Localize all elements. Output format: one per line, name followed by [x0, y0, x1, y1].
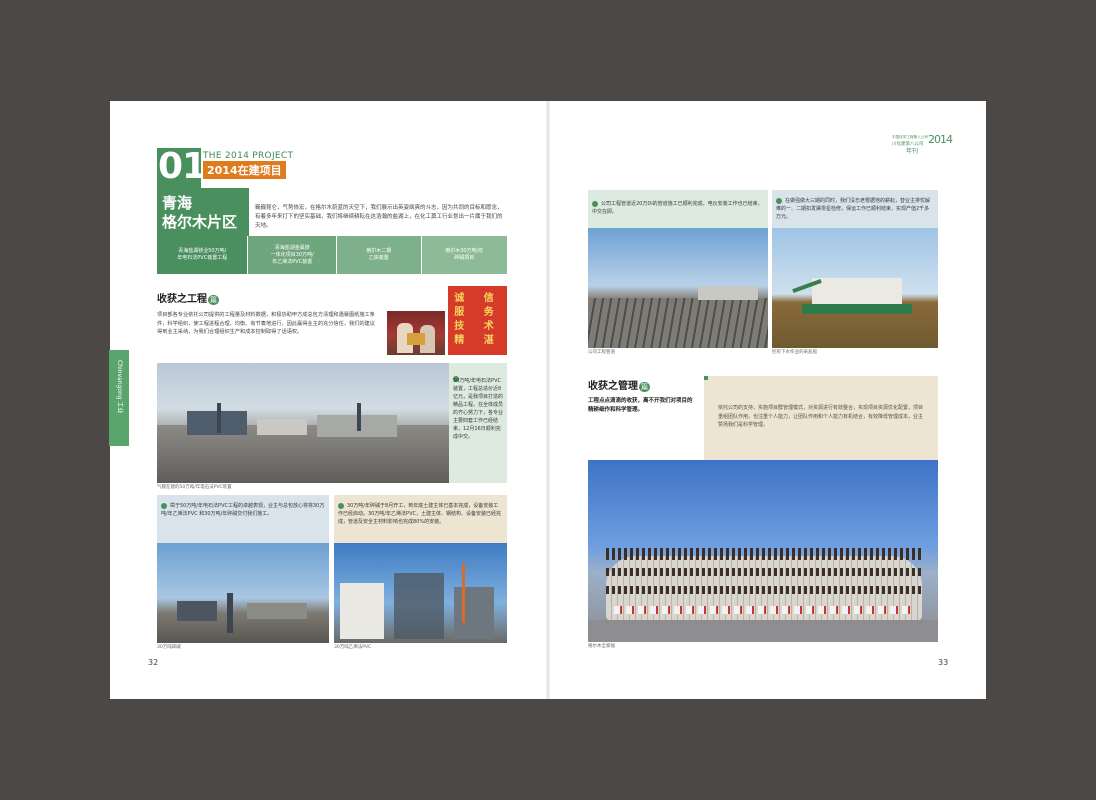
right-page: 中国化学工程第八公司 川化建第八公司 2014 年刊 公司工程管道近20万Di的…	[548, 101, 986, 699]
box1-dot-icon	[161, 502, 167, 509]
side-tab-text: Chinvangong 工业	[116, 360, 123, 414]
tab-1[interactable]: 青海盐湖镁业50万吨/ 年电石法PVC装置工程	[157, 236, 248, 274]
group-photo-caption: 格尔木全家福	[588, 644, 615, 649]
tab-2[interactable]: 青海盐湖金属镁 一体化项目30万吨/ 年乙烯法PVC装置	[247, 236, 336, 274]
main-photo-caption: 气膜在建的50万吨/年电石法PVC装置	[157, 485, 232, 490]
project-tabs: 青海盐湖镁业50万吨/ 年电石法PVC装置工程 青海盐湖金属镁 一体化项目30万…	[157, 236, 507, 274]
side-info-box: 50万吨/年电石法PVC装置，工程总造价近8亿元，是我项目打造的精品工程，在全体…	[449, 363, 507, 483]
harvest-heading: 收获之工程篇	[157, 287, 219, 306]
section-title: 2014在建项目	[203, 161, 286, 179]
group-photo	[588, 460, 938, 642]
box2: 30万吨/年碎碱于8月开工，到年底土建主体已基本完成，设备安装工作已经启动。30…	[334, 495, 507, 543]
photo-soda-caption: 30万吨碎碱	[157, 645, 181, 650]
header-annual: 年刊	[906, 148, 919, 155]
mgmt-box: 依托公司的支持，实施项目群管理模式，对资源进行有效整合，实现项目资源优化配置，项…	[704, 376, 938, 460]
box1-text: 凿于50万吨/年电石法PVC工程的卓越表现，业主与总包放心将将30万吨/年乙烯法…	[161, 502, 325, 517]
harvest-badge: 篇	[208, 295, 219, 305]
side-info-text: 50万吨/年电石法PVC装置，工程总造价近8亿元，是我项目打造的精品工程，在全体…	[453, 378, 504, 440]
mgmt-badge: 篇	[639, 382, 650, 392]
region-block: 青海 格尔木片区	[157, 188, 249, 236]
top-box2-text: 在做强做大三期的同时，我们没忘老根据地的耕耘，替业主排忧解难的一、二期扣发屠零星…	[776, 197, 931, 220]
header-year: 2014	[928, 133, 953, 146]
mgmt-text: 依托公司的支持，实施项目群管理模式，对资源进行有效整合，实现项目资源优化配置，项…	[718, 405, 924, 428]
box2-text: 30万吨/年碎碱于8月开工，到年底土建主体已基本完成，设备安装工作已经启动。30…	[338, 502, 501, 525]
magazine-spread: 01 THE 2014 PROJECT 2014在建项目 青海 格尔木片区 巍巍…	[109, 101, 986, 699]
award-photo	[387, 311, 445, 355]
box1: 凿于50万吨/年电石法PVC工程的卓越表现，业主与总包放心将将30万吨/年乙烯法…	[157, 495, 329, 543]
top-box1-dot-icon	[592, 200, 598, 207]
tab-3[interactable]: 格尔木二期 乙炔装置	[335, 236, 421, 274]
mgmt-heading: 收获之管理篇	[588, 374, 650, 393]
right-page-number: 33	[938, 658, 949, 667]
top-box1: 公司工程管道近20万Di的管道施工已顺利完成，电仪安装工作也已结束，中交在即。	[588, 190, 768, 228]
center-fold	[546, 101, 550, 699]
box2-dot-icon	[338, 502, 344, 509]
section-number: 01	[158, 146, 207, 187]
photo-pvc	[334, 543, 507, 643]
left-page-number: 32	[148, 658, 159, 667]
photo-soda	[157, 543, 329, 643]
top-box2: 在做强做大三期的同时，我们没忘老根据地的耕耘，替业主排忧解难的一、二期扣发屠零星…	[772, 190, 938, 228]
harvest-text: 项目部各专业依托公司提供的工程量及材料数据，积极协助甲方成总包方清理和遇暴图纸施…	[157, 312, 375, 335]
mgmt-title: 收获之管理	[588, 381, 638, 392]
banner-text: 诚 信 服 务 技 术 精 湛	[454, 293, 502, 346]
header-label-small: 中国化学工程第八公司	[892, 135, 928, 139]
harvest-title: 收获之工程	[157, 294, 207, 305]
photo-dredger	[772, 228, 938, 348]
photo-dredger-caption: 挖有下水作业的采盐船	[772, 350, 817, 355]
region-title-2: 格尔木片区	[162, 213, 238, 231]
main-plant-photo	[157, 363, 449, 483]
photo-pvc-caption: 30万吨乙烯法PVC	[334, 645, 372, 650]
left-page: 01 THE 2014 PROJECT 2014在建项目 青海 格尔木片区 巍巍…	[110, 101, 548, 699]
top-box2-dot-icon	[776, 197, 782, 204]
photo-pipeline-caption: 公司工程管道	[588, 350, 615, 355]
mgmt-box-corner	[704, 376, 708, 380]
tab-4[interactable]: 格尔木30万吨/年 碎碱项目	[420, 236, 507, 274]
photo-pipeline	[588, 228, 768, 348]
intro-text: 巍巍昆仑，气势恢宏，在格尔木蔚蓝的天空下，我们展示出英姿飒爽的斗志，因为共同的目…	[255, 205, 503, 229]
top-box1-text: 公司工程管道近20万Di的管道施工已顺利完成，电仪安装工作也已结束，中交在即。	[592, 200, 763, 215]
side-tab: Chinvangong 工业	[109, 350, 129, 446]
section-en: THE 2014 PROJECT	[203, 151, 294, 161]
region-title-1: 青海	[162, 194, 193, 212]
banner-photo: 诚 信 服 务 技 术 精 湛	[448, 286, 507, 355]
mgmt-lead: 工程点点滴滴的收获，离不开我们对项目的精耕细作和科学管理。	[588, 398, 693, 413]
header-logo: 中国化学工程第八公司 川化建第八公司 2014 年刊	[892, 133, 962, 155]
